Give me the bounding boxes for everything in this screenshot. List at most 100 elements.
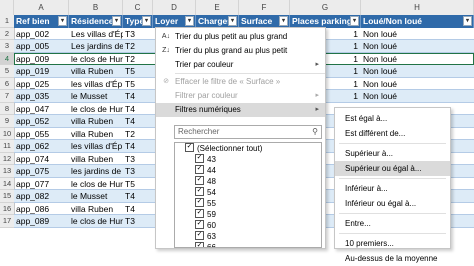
row-header[interactable]: 3 (0, 40, 14, 53)
cell-type[interactable]: T4 (123, 103, 153, 115)
filter-dropdown-icon[interactable]: ▾ (463, 16, 472, 26)
checkbox-checked-icon[interactable]: ✓ (195, 209, 204, 219)
submenu-item[interactable]: 10 premiers... (335, 236, 450, 251)
filter-dropdown-icon[interactable]: ▾ (112, 16, 121, 26)
cell-loue[interactable]: Non loué (361, 53, 474, 65)
column-header-f[interactable]: F (239, 0, 290, 15)
cell-res[interactable]: Les jardins de (69, 40, 123, 53)
checkbox-checked-icon[interactable]: ✓ (195, 176, 204, 186)
row-header[interactable]: 17 (0, 215, 14, 228)
sort-ascending-item[interactable]: A↓ Trier du plus petit au plus grand (156, 30, 325, 44)
filter-dropdown-icon[interactable]: ▾ (142, 16, 151, 26)
checkbox-checked-icon[interactable]: ✓ (195, 242, 204, 247)
cell-res[interactable]: le clos de Hur (69, 103, 123, 115)
column-header-b[interactable]: B (69, 0, 123, 15)
filter-value-item[interactable]: ✓ 59 (185, 209, 321, 220)
header-cell[interactable]: Charges ▾ (196, 15, 239, 28)
header-cell[interactable]: Résidence ▾ (69, 15, 123, 28)
cell-ref[interactable]: app_009 (14, 53, 69, 65)
filter-value-item[interactable]: ✓ 54 (185, 187, 321, 198)
row-header[interactable]: 13 (0, 165, 14, 178)
cell-type[interactable]: T4 (123, 115, 153, 128)
row-header[interactable]: 7 (0, 90, 14, 103)
cell-ref[interactable]: app_082 (14, 190, 69, 203)
submenu-item[interactable]: Inférieur ou égal à... (335, 196, 450, 211)
cell-loue[interactable]: Non loué (361, 90, 474, 103)
cell-ref[interactable]: app_075 (14, 165, 69, 178)
cell-type[interactable]: T3 (123, 28, 153, 40)
cell-type[interactable]: T2 (123, 128, 153, 140)
cell-type[interactable]: T4 (123, 190, 153, 203)
submenu-item[interactable]: Est égal à... (335, 111, 450, 126)
checkbox-checked-icon[interactable]: ✓ (195, 220, 204, 230)
filter-dropdown-icon[interactable]: ▾ (350, 16, 359, 26)
cell-res[interactable]: le clos de Hur (69, 53, 123, 65)
cell-type[interactable]: T4 (123, 90, 153, 103)
filter-dropdown-icon[interactable]: ▾ (279, 16, 288, 26)
cell-ref[interactable]: app_055 (14, 128, 69, 140)
column-header-h[interactable]: H (361, 0, 474, 15)
cell-res[interactable]: les villas d'Ép (69, 78, 123, 90)
row-header[interactable]: 1 (0, 15, 14, 28)
cell-type[interactable]: T4 (123, 140, 153, 153)
number-filters-item[interactable]: Filtres numériques ▸ (156, 103, 325, 117)
cell-ref[interactable]: app_086 (14, 203, 69, 215)
checkbox-checked-icon[interactable]: ✓ (195, 198, 204, 208)
header-cell[interactable]: Ref bien ▾ (14, 15, 69, 28)
cell-ref[interactable]: app_005 (14, 40, 69, 53)
submenu-item[interactable]: Inférieur à... (335, 181, 450, 196)
checkbox-checked-icon[interactable]: ✓ (195, 165, 204, 175)
row-header[interactable]: 6 (0, 78, 14, 90)
submenu-item[interactable]: Entre... (335, 216, 450, 231)
cell-type[interactable]: T3 (123, 215, 153, 228)
filter-value-item[interactable]: ✓ 43 (185, 154, 321, 165)
cell-type[interactable]: T5 (123, 178, 153, 190)
cell-res[interactable]: le Musset (69, 190, 123, 203)
column-header-g[interactable]: G (290, 0, 361, 15)
cell-res[interactable]: villa Ruben (69, 203, 123, 215)
cell-loue[interactable]: Non loué (361, 78, 474, 90)
header-cell[interactable]: Loué/Non loué ▾ (361, 15, 474, 28)
cell-ref[interactable]: app_052 (14, 115, 69, 128)
column-header-e[interactable]: E (196, 0, 239, 15)
column-header-d[interactable]: D (153, 0, 196, 15)
filter-value-item[interactable]: ✓ 63 (185, 231, 321, 242)
cell-type[interactable]: T5 (123, 78, 153, 90)
cell-ref[interactable]: app_025 (14, 78, 69, 90)
cell-res[interactable]: les jardins de (69, 165, 123, 178)
filter-dropdown-icon[interactable]: ▾ (58, 16, 67, 26)
row-header[interactable]: 14 (0, 178, 14, 190)
filter-value-item[interactable]: ✓ (Sélectionner tout) (185, 143, 321, 154)
clear-filter-item[interactable]: ⊘ Effacer le filtre de « Surface » (156, 75, 325, 89)
cell-ref[interactable]: app_077 (14, 178, 69, 190)
checkbox-checked-icon[interactable]: ✓ (195, 154, 204, 164)
checkbox-checked-icon[interactable]: ✓ (195, 187, 204, 197)
filter-dropdown-icon[interactable]: ▾ (228, 16, 237, 26)
header-cell[interactable]: Type ▾ (123, 15, 153, 28)
header-cell[interactable]: Surface ▾ (239, 15, 290, 28)
cell-ref[interactable]: app_062 (14, 140, 69, 153)
cell-res[interactable]: le Musset (69, 90, 123, 103)
cell-type[interactable]: T3 (123, 153, 153, 165)
checkbox-checked-icon[interactable]: ✓ (185, 143, 194, 153)
cell-res[interactable]: le clos de Hur (69, 178, 123, 190)
select-all-corner[interactable] (0, 0, 14, 15)
cell-type[interactable]: T2 (123, 53, 153, 65)
header-cell[interactable]: Places parking ▾ (290, 15, 361, 28)
cell-res[interactable]: villa Ruben (69, 128, 123, 140)
cell-ref[interactable]: app_035 (14, 90, 69, 103)
checkbox-checked-icon[interactable]: ✓ (195, 231, 204, 241)
header-cell[interactable]: Loyer ▾ (153, 15, 196, 28)
filter-value-item[interactable]: ✓ 44 (185, 165, 321, 176)
filter-values-list[interactable]: ✓ (Sélectionner tout) ✓ 43 ✓ 44 ✓ 48 ✓ 54 ✓ 55 ✓ 59 ✓ 6… (174, 142, 322, 248)
cell-res[interactable]: villa Ruben (69, 65, 123, 78)
cell-type[interactable]: T2 (123, 40, 153, 53)
filter-value-item[interactable]: ✓ 60 (185, 220, 321, 231)
row-header[interactable]: 9 (0, 115, 14, 128)
submenu-item[interactable]: Est différent de... (335, 126, 450, 141)
column-header-a[interactable]: A (14, 0, 69, 15)
filter-by-color-item[interactable]: Filtrer par couleur ▸ (156, 89, 325, 103)
cell-ref[interactable]: app_074 (14, 153, 69, 165)
submenu-item[interactable]: Au-dessus de la moyenne (335, 251, 450, 266)
cell-loue[interactable]: Non loué (361, 28, 474, 40)
